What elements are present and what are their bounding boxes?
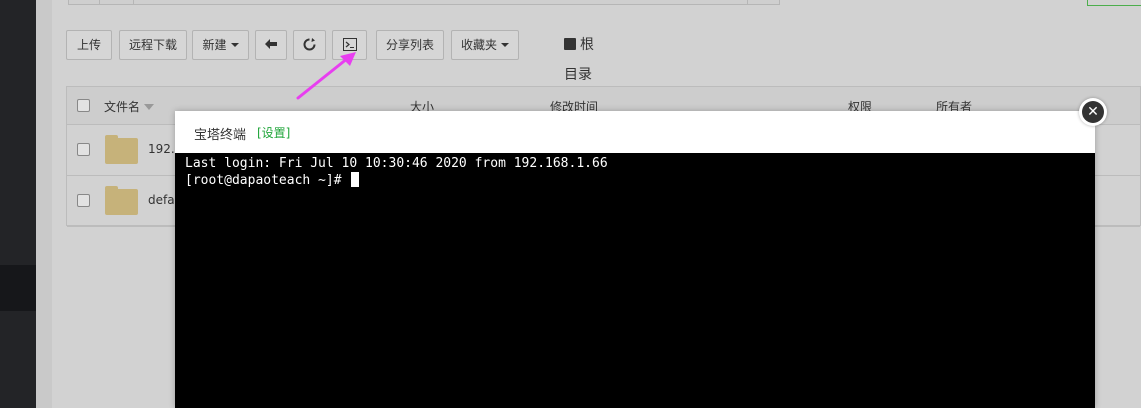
terminal-modal: 宝塔终端 [设置] Last login: Fri Jul 10 10:30:4… (175, 111, 1095, 408)
terminal-cursor (351, 172, 360, 187)
select-all-checkbox[interactable] (77, 99, 90, 112)
modal-header: 宝塔终端 [设置] (175, 111, 1095, 153)
sidebar-item-files[interactable] (0, 265, 36, 311)
annotation-arrow-icon (296, 52, 356, 100)
modal-title: 宝塔终端 (194, 128, 247, 143)
terminal-prompt-line: [root@dapaoteach ~]# (185, 172, 1085, 189)
share-list-button[interactable]: 分享列表 (376, 30, 444, 60)
upload-button[interactable]: 上传 (66, 30, 112, 60)
modal-close-button[interactable]: ✕ (1079, 98, 1107, 126)
terminal-settings-link[interactable]: [设置] (257, 124, 290, 141)
chevron-down-icon (501, 43, 509, 47)
terminal-screen[interactable]: Last login: Fri Jul 10 10:30:46 2020 fro… (175, 153, 1095, 408)
path-search-box[interactable] (1087, 0, 1141, 6)
column-header-name[interactable]: 文件名 (104, 98, 155, 115)
back-button[interactable] (255, 30, 287, 60)
root-drive-indicator[interactable]: 根目录(22G) (564, 30, 604, 113)
new-button[interactable]: 新建 (192, 30, 249, 60)
path-bar[interactable] (68, 0, 780, 5)
favorites-button[interactable]: 收藏夹 (451, 30, 519, 60)
sort-down-icon (144, 104, 155, 110)
close-icon: ✕ (1082, 101, 1104, 123)
remote-download-button[interactable]: 远程下载 (119, 30, 187, 60)
terminal-line: Last login: Fri Jul 10 10:30:46 2020 fro… (185, 156, 608, 171)
left-sidebar (0, 0, 36, 408)
row-checkbox[interactable] (77, 143, 90, 156)
arrow-left-icon (265, 39, 277, 49)
folder-icon (105, 135, 138, 164)
chevron-down-icon (230, 43, 239, 47)
disk-icon (564, 38, 576, 50)
row-checkbox[interactable] (77, 194, 90, 207)
folder-icon (105, 186, 138, 215)
